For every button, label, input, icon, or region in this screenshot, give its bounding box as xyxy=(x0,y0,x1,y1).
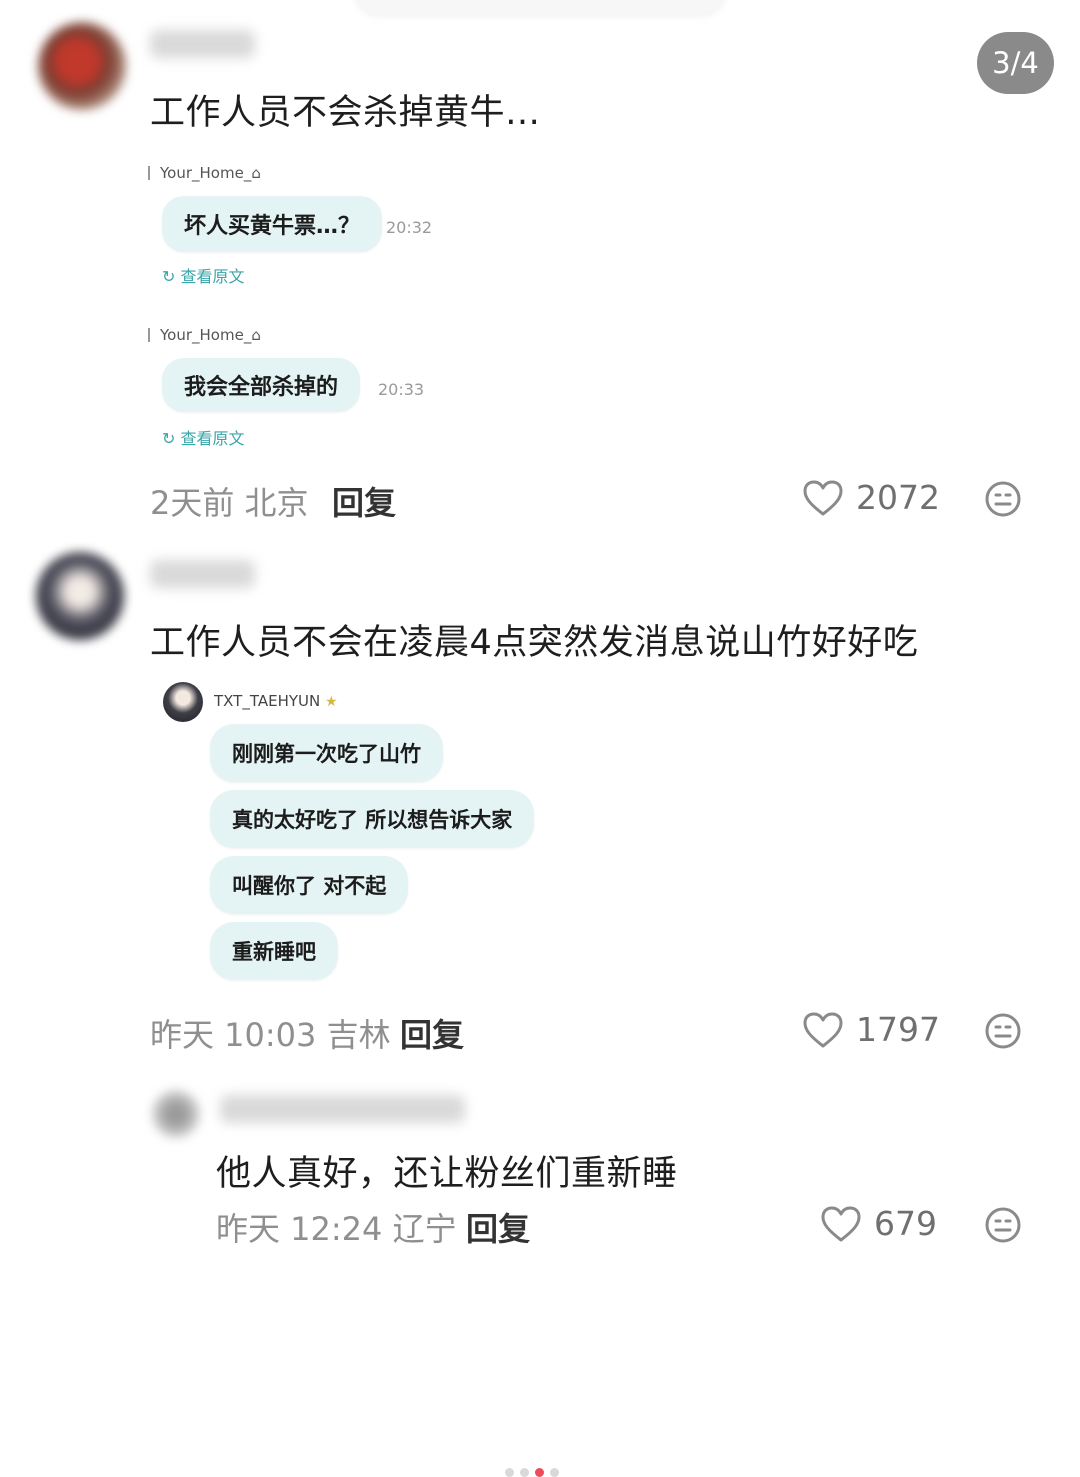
carousel-dot xyxy=(505,1468,514,1477)
username-blurred[interactable] xyxy=(150,560,255,588)
view-original-link[interactable]: ↻ 查看原文 xyxy=(162,263,245,287)
neutral-face-icon[interactable] xyxy=(984,480,1022,518)
comment-text: 他人真好，还让粉丝们重新睡 xyxy=(216,1154,678,1194)
chat-time: 20:33 xyxy=(378,380,425,399)
carousel-dot-active xyxy=(535,1468,544,1477)
reply-button[interactable]: 回复 xyxy=(400,1010,464,1056)
comment-text: 工作人员不会在凌晨4点突然发消息说山竹好好吃 xyxy=(150,623,919,663)
refresh-icon: ↻ xyxy=(162,267,176,286)
like-count: 1797 xyxy=(856,1010,940,1049)
heart-icon xyxy=(803,480,843,515)
avatar[interactable] xyxy=(38,22,126,110)
chat-bubble: 叫醒你了 对不起 xyxy=(210,856,409,914)
like-button[interactable]: 1797 xyxy=(802,1010,940,1049)
reply-button[interactable]: 回复 xyxy=(466,1204,530,1250)
chat-avatar xyxy=(163,682,203,722)
carousel-dot xyxy=(520,1468,529,1477)
star-icon: ★ xyxy=(325,694,338,710)
carousel-dot xyxy=(550,1468,559,1477)
comment-meta: 昨天 12:24 辽宁 xyxy=(216,1210,457,1248)
neutral-face-icon[interactable] xyxy=(984,1012,1022,1050)
chat-time: 20:32 xyxy=(386,218,433,237)
avatar[interactable] xyxy=(36,552,124,640)
username-blurred[interactable] xyxy=(220,1095,465,1123)
chat-sender: Your_Home_⌂ xyxy=(148,164,261,182)
like-button[interactable]: 679 xyxy=(820,1204,937,1243)
comment-text: 工作人员不会杀掉黄牛… xyxy=(150,93,541,133)
neutral-face-icon[interactable] xyxy=(984,1206,1022,1244)
heart-icon xyxy=(803,1012,843,1047)
view-original-link[interactable]: ↻ 查看原文 xyxy=(162,425,245,449)
reply-button[interactable]: 回复 xyxy=(332,478,396,524)
username-blurred[interactable] xyxy=(150,30,255,58)
chat-bubble: 刚刚第一次吃了山竹 xyxy=(210,724,443,782)
carousel-dots xyxy=(505,1468,575,1477)
chat-bubble: 重新睡吧 xyxy=(210,922,338,980)
chat-bubble: 真的太好吃了 所以想告诉大家 xyxy=(210,790,535,848)
top-search-pill xyxy=(355,0,725,14)
comment-meta: 昨天 10:03 吉林 xyxy=(150,1016,391,1054)
avatar[interactable] xyxy=(152,1090,200,1138)
heart-icon xyxy=(821,1206,861,1241)
chat-bubble: 坏人买黄牛票…？ xyxy=(162,196,383,252)
chat-bubble: 我会全部杀掉的 xyxy=(162,358,361,412)
refresh-icon: ↻ xyxy=(162,429,176,448)
chat-sender: TXT_TAEHYUN ★ xyxy=(214,692,338,710)
comment-meta: 2天前 北京 xyxy=(150,484,309,522)
page-indicator: 3/4 xyxy=(977,32,1054,94)
like-button[interactable]: 2072 xyxy=(802,478,940,517)
like-count: 679 xyxy=(874,1204,937,1243)
chat-sender: Your_Home_⌂ xyxy=(148,326,261,344)
like-count: 2072 xyxy=(856,478,940,517)
